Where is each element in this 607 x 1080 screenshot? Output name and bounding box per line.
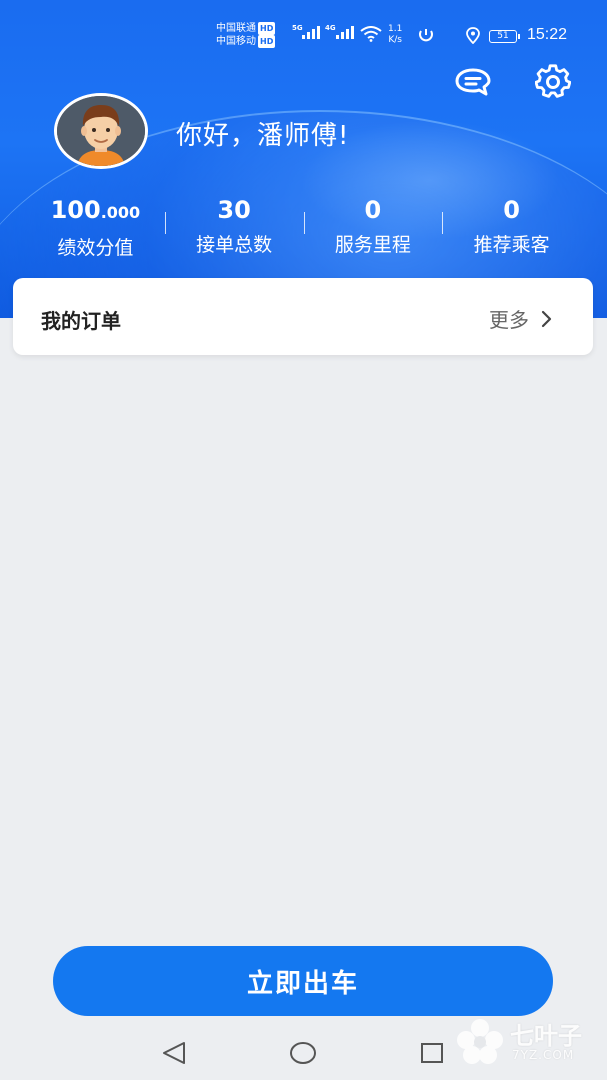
stat-value: 30 bbox=[165, 196, 304, 224]
wifi-icon bbox=[360, 26, 382, 42]
avatar-image bbox=[57, 96, 145, 166]
watermark-domain: 7YZ.COM bbox=[512, 1048, 575, 1062]
stat-value: 0 bbox=[442, 196, 581, 224]
back-nav-icon[interactable] bbox=[160, 1040, 188, 1066]
carrier-info: 中国联通 HD 中国移动 HD bbox=[216, 22, 276, 48]
watermark-name: 七叶子 bbox=[510, 1022, 582, 1050]
location-icon bbox=[466, 27, 480, 44]
message-button[interactable] bbox=[453, 62, 493, 102]
speed-value: 1.1 bbox=[388, 24, 403, 34]
my-orders-card: 我的订单 更多 bbox=[13, 278, 593, 355]
carrier-2: 中国移动 bbox=[216, 36, 256, 47]
settings-button[interactable] bbox=[533, 62, 573, 102]
stat-service-mileage[interactable]: 0 服务里程 bbox=[303, 196, 443, 260]
stat-label: 推荐乘客 bbox=[473, 234, 550, 256]
stat-value-int: 0 bbox=[364, 196, 382, 224]
signal-icon-2 bbox=[336, 26, 354, 39]
stat-value-int: 100 bbox=[50, 196, 101, 224]
hd-badge-1: HD bbox=[258, 22, 276, 35]
status-time: 15:22 bbox=[527, 26, 568, 43]
watermark: 七叶子 7YZ.COM bbox=[452, 1012, 602, 1074]
stats-row: 100.000 绩效分值 30 接单总数 0 服务里程 0 推荐乘客 bbox=[26, 196, 581, 260]
hd-badge-2: HD bbox=[258, 35, 276, 48]
sync-icon bbox=[419, 29, 433, 42]
network-speed: 1.1 K/s bbox=[388, 24, 402, 46]
avatar[interactable] bbox=[54, 93, 148, 169]
stat-label: 绩效分值 bbox=[57, 237, 134, 259]
stat-value: 100.000 bbox=[26, 196, 165, 227]
recents-nav-icon[interactable] bbox=[419, 1040, 445, 1066]
my-orders-title: 我的订单 bbox=[41, 309, 121, 333]
status-bar: 中国联通 HD 中国移动 HD 5G 4G 1.1 K/s 51 15:22 bbox=[0, 18, 607, 54]
start-driving-button[interactable]: 立即出车 bbox=[53, 946, 553, 1016]
stat-value-int: 30 bbox=[217, 196, 251, 224]
gear-icon bbox=[535, 64, 571, 98]
network-label-2: 4G bbox=[325, 24, 336, 32]
home-nav-icon[interactable] bbox=[288, 1040, 318, 1066]
greeting-text: 你好，潘师傅! bbox=[176, 121, 350, 151]
battery-icon: 51 bbox=[489, 30, 520, 43]
signal-icon-1 bbox=[302, 26, 320, 39]
chevron-right-icon bbox=[541, 310, 552, 327]
stat-value-dec: .000 bbox=[100, 203, 141, 222]
speed-unit: K/s bbox=[388, 35, 402, 45]
header-banner: 中国联通 HD 中国移动 HD 5G 4G 1.1 K/s 51 15:22 你… bbox=[0, 0, 607, 318]
stat-label: 接单总数 bbox=[196, 234, 273, 256]
stat-value-int: 0 bbox=[503, 196, 520, 224]
leaf-logo-icon bbox=[457, 1019, 503, 1064]
stat-referred-passengers[interactable]: 0 推荐乘客 bbox=[442, 196, 581, 260]
more-orders-link[interactable]: 更多 bbox=[489, 304, 553, 333]
carrier-1: 中国联通 bbox=[216, 23, 256, 34]
stat-label: 服务里程 bbox=[334, 234, 411, 256]
stat-performance-score[interactable]: 100.000 绩效分值 bbox=[26, 196, 165, 260]
more-label: 更多 bbox=[489, 308, 529, 332]
stat-value: 0 bbox=[304, 196, 443, 224]
message-icon bbox=[455, 68, 491, 96]
stat-total-orders[interactable]: 30 接单总数 bbox=[164, 196, 304, 260]
